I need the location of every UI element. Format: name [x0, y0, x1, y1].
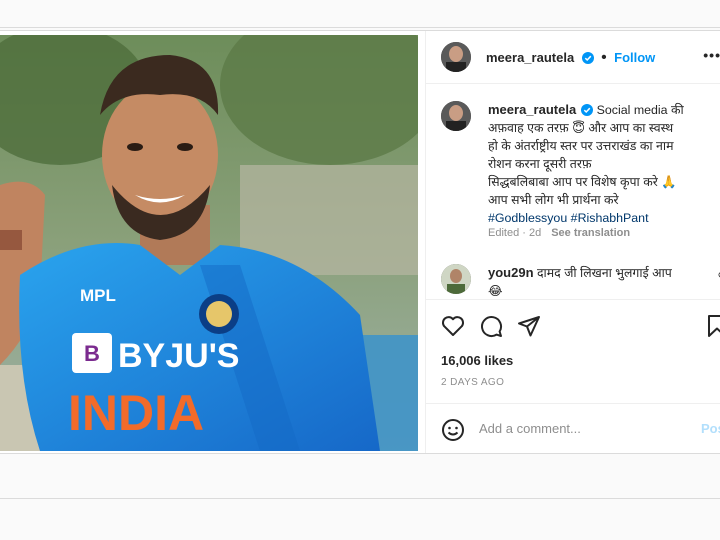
comment-emoji: 😂: [488, 284, 503, 298]
verified-badge-icon: [581, 104, 594, 116]
post-header: meera_rautela • Follow •••: [426, 31, 720, 84]
jersey-brand-text: MPL: [80, 286, 116, 305]
caption-line: हो के अंतर्राष्ट्रीय स्तर पर उत्तराखंड क…: [488, 139, 674, 153]
comment-text: दामद जी लिखना भुलगाई आप: [536, 266, 672, 280]
share-icon[interactable]: [517, 314, 541, 338]
comment: you29n दामद जी लिखना भुलगाई आप 😂: [488, 264, 720, 300]
emoji-icon[interactable]: [441, 418, 465, 442]
comment-icon[interactable]: [479, 314, 503, 338]
top-divider: [0, 27, 720, 28]
caption-line: सिद्धबलिबाबा आप पर विशेष कृपा करे 🙏: [488, 175, 677, 189]
post-photo[interactable]: MPL B BYJU'S INDIA: [0, 35, 418, 451]
post-side-panel: meera_rautela • Follow ••• meera_rautela…: [425, 31, 720, 453]
more-icon[interactable]: •••: [703, 47, 720, 63]
edited-timestamp: Edited · 2d: [488, 227, 542, 239]
heart-icon[interactable]: [441, 314, 465, 338]
see-translation-link[interactable]: See translation: [551, 227, 630, 239]
action-bar: [426, 299, 720, 350]
caption-line: Social media की: [596, 103, 684, 117]
commenter-avatar[interactable]: [441, 264, 471, 294]
hashtag-link[interactable]: #Godblessyou: [488, 211, 567, 225]
caption: meera_rautela Social media की अफ़वाह एक …: [488, 101, 720, 227]
caption-meta: Edited · 2d See translation: [488, 227, 630, 239]
caption-username[interactable]: meera_rautela: [488, 102, 576, 117]
bookmark-icon[interactable]: [705, 314, 720, 338]
follow-button[interactable]: Follow: [614, 50, 655, 65]
verified-badge-icon: [581, 52, 594, 64]
caption-line: रोशन करना दूसरी तरफ़: [488, 157, 592, 171]
jersey-country-text: INDIA: [68, 385, 204, 441]
commenter-username[interactable]: you29n: [488, 265, 534, 280]
post-image: MPL B BYJU'S INDIA: [0, 35, 418, 451]
hashtag-link[interactable]: #RishabhPant: [571, 211, 649, 225]
post-card: MPL B BYJU'S INDIA meera_rautela • Follo…: [0, 30, 720, 454]
svg-text:B: B: [84, 341, 100, 366]
caption-avatar[interactable]: [441, 101, 471, 131]
add-comment-bar: Add a comment... Post: [426, 403, 720, 453]
author-username[interactable]: meera_rautela: [486, 50, 574, 65]
caption-line: आप सभी लोग भी प्रार्थना करे: [488, 193, 619, 207]
author-avatar[interactable]: [441, 42, 471, 72]
post-time-ago: 2 DAYS AGO: [441, 377, 505, 388]
likes-count[interactable]: 16,006 likes: [441, 353, 513, 368]
caption-line: अफ़वाह एक तरफ़ 😇 और आप का स्वस्थ: [488, 121, 674, 135]
add-comment-input[interactable]: Add a comment...: [479, 421, 581, 436]
header-line: meera_rautela • Follow: [486, 49, 656, 66]
bottom-divider: [0, 498, 720, 499]
jersey-sponsor-text: BYJU'S: [118, 337, 239, 375]
post-comment-button[interactable]: Post: [701, 421, 720, 436]
